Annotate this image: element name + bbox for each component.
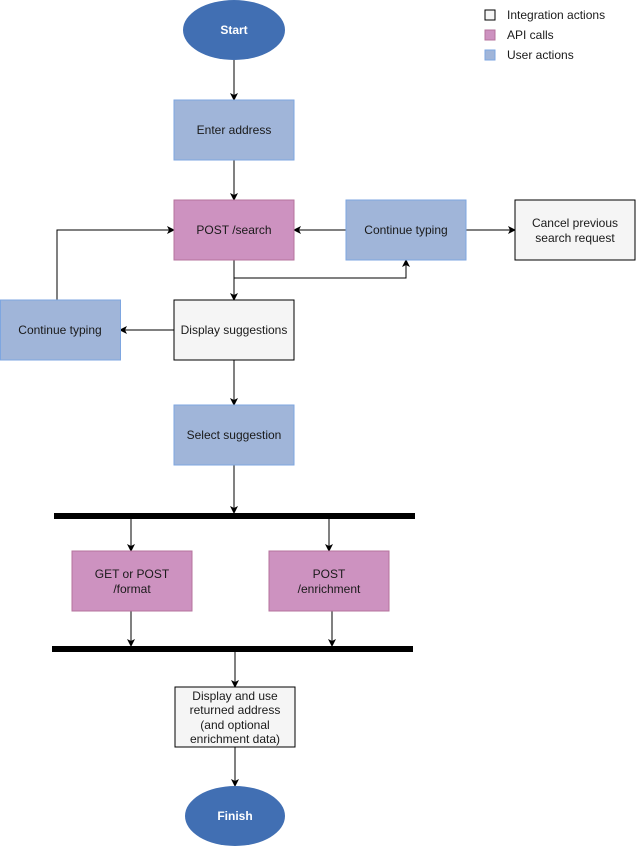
- node-label: returned address: [190, 703, 281, 717]
- node-post-enrichment: POST /enrichment: [268, 550, 390, 612]
- join-bar: [52, 646, 413, 652]
- node-label: /format: [113, 582, 151, 596]
- node-get-or-post-format: GET or POST /format: [71, 550, 193, 612]
- node-label: Start: [220, 23, 247, 37]
- legend-swatch-integration: [484, 9, 496, 21]
- legend-swatch-user: [484, 49, 496, 61]
- node-label: Display suggestions: [181, 323, 288, 337]
- node-cancel-previous: Cancel previous search request: [514, 199, 636, 261]
- node-label: POST /search: [196, 223, 271, 237]
- edge-post-continue: [234, 259, 410, 279]
- edge-continue-post-left: [56, 226, 175, 300]
- node-label: search request: [535, 231, 615, 245]
- node-post-search: POST /search: [173, 199, 295, 261]
- node-select-suggestion: Select suggestion: [173, 404, 295, 466]
- node-label: Cancel previous: [532, 216, 618, 230]
- node-label: /enrichment: [298, 582, 361, 596]
- node-label: Continue typing: [18, 323, 101, 337]
- legend-swatch-api: [484, 29, 496, 41]
- node-display-suggestions: Display suggestions: [173, 299, 295, 361]
- node-label: Enter address: [197, 123, 272, 137]
- node-enter-address: Enter address: [173, 99, 295, 161]
- node-label: Select suggestion: [187, 428, 282, 442]
- node-label: POST: [313, 567, 346, 581]
- node-label: Display and use: [192, 689, 278, 703]
- legend-label: API calls: [507, 28, 554, 42]
- node-display-and-use: Display and use returned address (and op…: [174, 686, 296, 748]
- legend-label: User actions: [507, 48, 574, 62]
- node-continue-typing-right: Continue typing: [345, 199, 467, 261]
- legend-label: Integration actions: [507, 8, 605, 22]
- node-label: enrichment data): [190, 732, 280, 746]
- node-label: GET or POST: [95, 567, 170, 581]
- node-label: Finish: [217, 809, 252, 823]
- flowchart: Integration actions API calls User actio…: [0, 0, 636, 846]
- node-label: (and optional: [200, 718, 269, 732]
- node-continue-typing-left: Continue typing: [0, 299, 121, 361]
- node-label: Continue typing: [364, 223, 447, 237]
- node-finish: Finish: [185, 786, 285, 846]
- fork-bar: [54, 513, 415, 519]
- legend: Integration actions API calls User actio…: [484, 8, 605, 62]
- node-start: Start: [183, 0, 285, 60]
